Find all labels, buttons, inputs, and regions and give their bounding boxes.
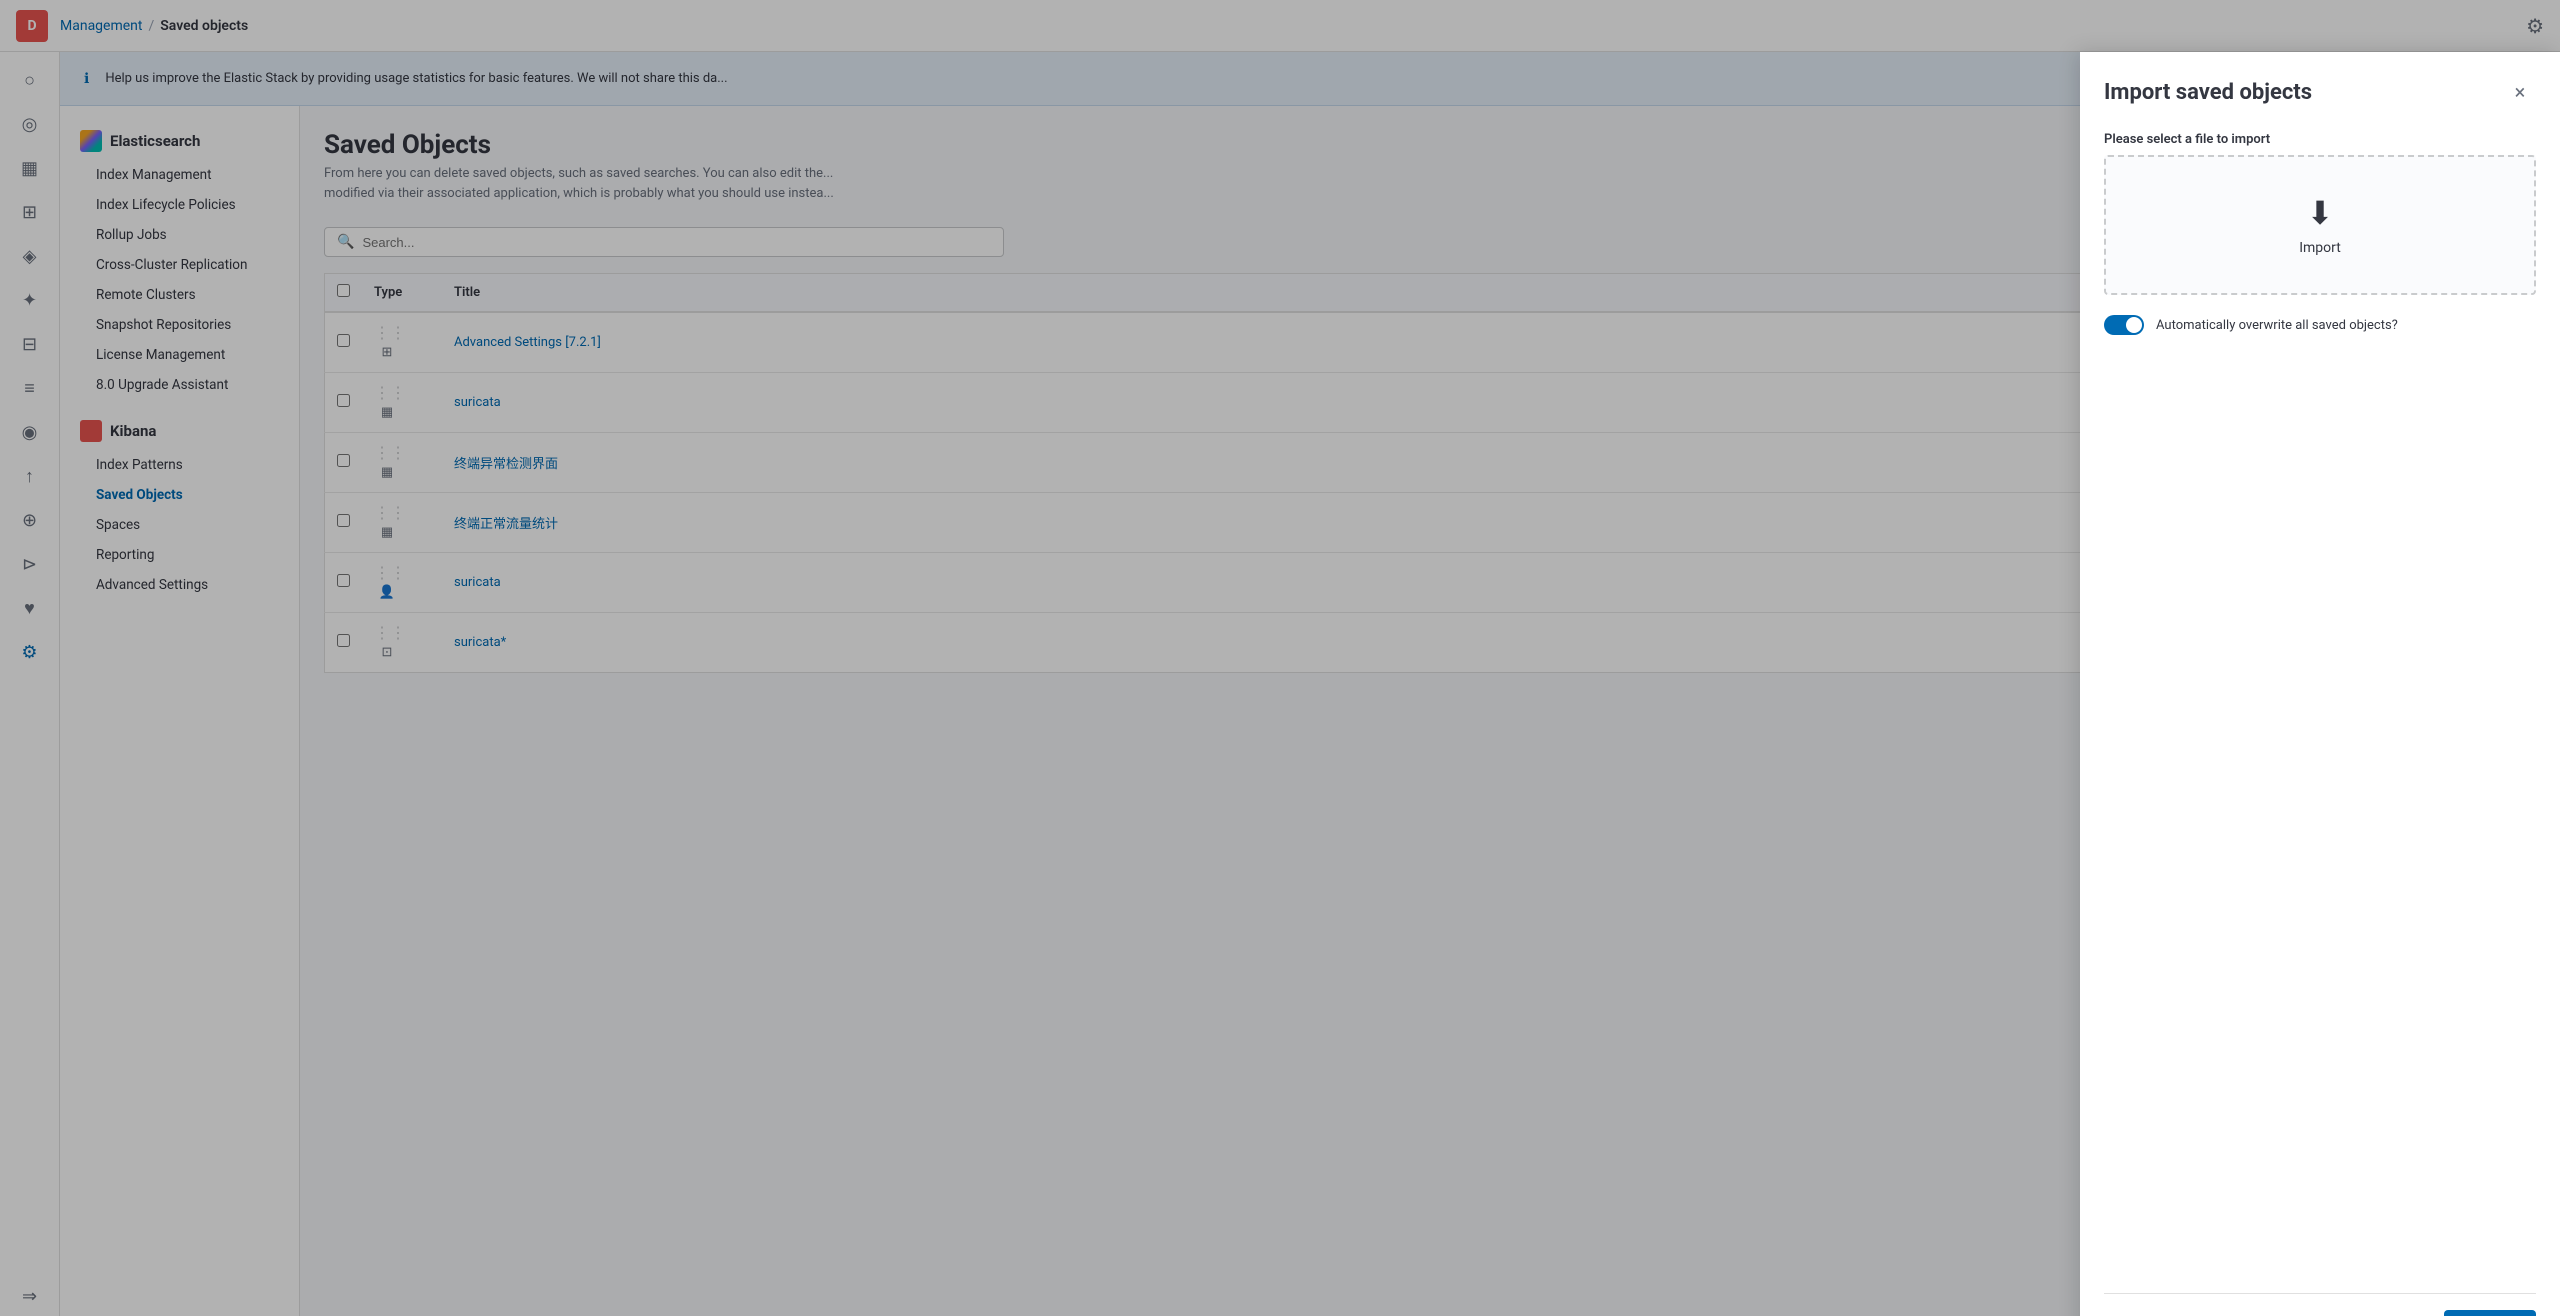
modal-overlay: Import saved objects × Please select a f… [0,0,2560,1316]
import-button[interactable]: Import [2444,1310,2536,1316]
upload-icon: ⬇ [2307,194,2334,232]
overwrite-toggle-row: Automatically overwrite all saved object… [2104,315,2536,335]
modal-footer: Cancel Import [2104,1293,2536,1316]
modal-title: Import saved objects [2104,80,2312,105]
file-section-label: Please select a file to import [2104,132,2536,147]
overwrite-toggle[interactable] [2104,315,2144,335]
cancel-button[interactable]: Cancel [2349,1311,2433,1316]
upload-label: Import [2299,240,2341,256]
import-modal: Import saved objects × Please select a f… [2080,52,2560,1316]
overwrite-toggle-label: Automatically overwrite all saved object… [2156,318,2398,333]
file-drop-zone[interactable]: ⬇ Import [2104,155,2536,295]
modal-header: Import saved objects × [2104,76,2536,108]
modal-close-button[interactable]: × [2504,76,2536,108]
